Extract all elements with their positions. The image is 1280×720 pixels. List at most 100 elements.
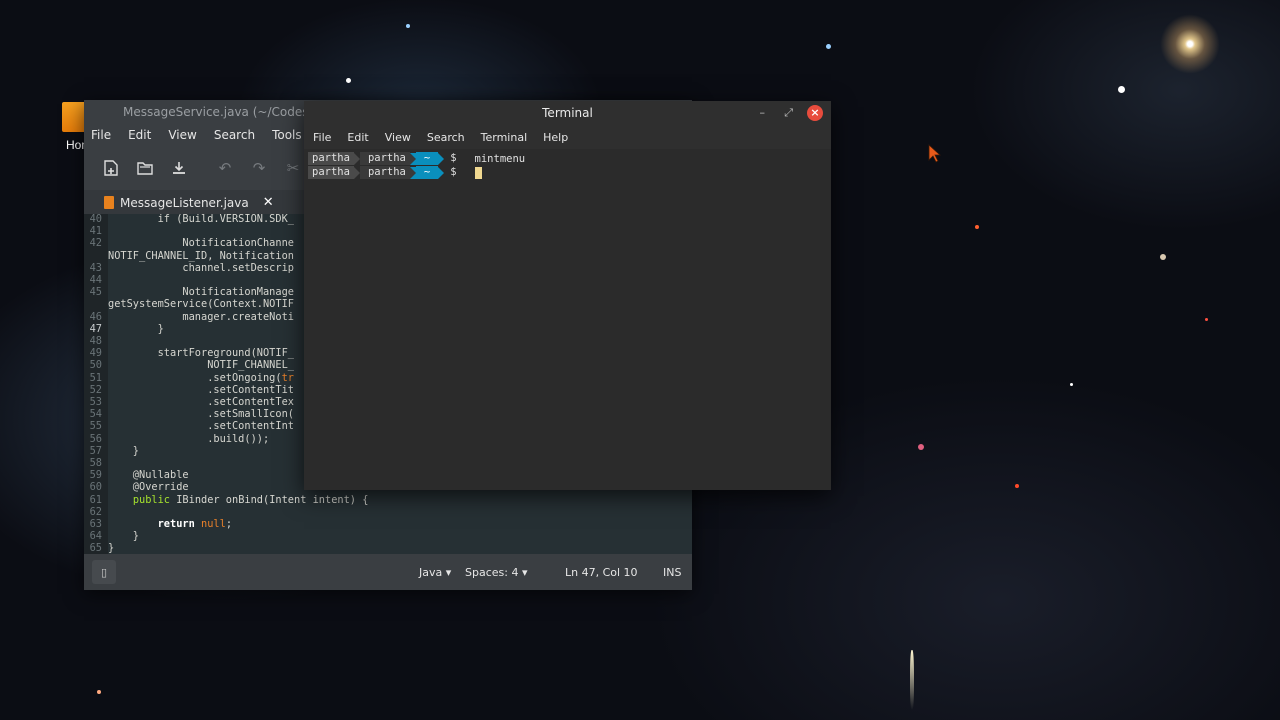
line-number: 40 [89,214,102,225]
text-cursor [474,166,482,179]
line-number: 65 [89,542,102,554]
code-text: } [108,530,139,543]
terminal-title: Terminal [542,106,593,120]
galaxy [1160,14,1220,74]
prompt-line: partha partha ~ $ mintmenu [308,152,525,165]
line-number: 62 [89,505,102,518]
terminal-output[interactable]: partha partha ~ $ mintmenu partha partha… [304,149,831,490]
terminal-menu-help[interactable]: Help [543,131,568,144]
java-file-icon [104,196,114,209]
terminal-menu-terminal[interactable]: Terminal [481,131,528,144]
prompt-user: partha [308,152,354,165]
prompt-host: partha [359,166,410,179]
cursor-position[interactable]: Ln 47, Col 10 [565,566,638,579]
chevron-down-icon: ▾ [521,565,528,579]
code-text: if (Build.VERSION.SDK_ [108,214,294,225]
code-text: NOTIF_CHANNEL_ [108,359,294,372]
language-label: Java [419,565,443,579]
command-text: mintmenu [474,152,526,165]
prompt-host: partha [359,152,410,165]
tab-message-listener[interactable]: MessageListener.java ✕ [104,195,274,210]
editor-menu-search[interactable]: Search [214,128,255,142]
terminal-menu-view[interactable]: View [385,131,411,144]
code-text: NotificationManage [108,286,294,299]
code-text: return null; [157,518,233,530]
line-number: 41 [89,225,102,238]
terminal-menubar: File Edit View Search Terminal Help [304,125,831,149]
line-number: 44 [89,274,102,286]
code-text: manager.createNoti [108,310,294,323]
line-number: 63 [89,518,102,530]
new-document-icon[interactable] [94,153,128,183]
line-number: 49 [89,347,102,360]
code-text: getSystemService(Context.NOTIF [108,298,294,311]
editor-statusbar: ▯ Java ▾ Spaces: 4 ▾ Ln 47, Col 10 INS [84,554,692,590]
code-text: @Nullable [108,469,189,482]
code-text: channel.setDescrip [108,261,294,274]
code-text: NotificationChanne [108,237,294,250]
terminal-menu-file[interactable]: File [313,131,331,144]
code-text: NOTIF_CHANNEL_ID, Notification [108,249,294,262]
indent-label: Spaces: 4 [465,565,519,579]
line-number: 47 [89,322,102,335]
line-number: 59 [89,469,102,482]
code-text: .setOngoing(tr [108,371,294,384]
undo-icon[interactable]: ↶ [208,153,242,183]
prompt-dir: ~ [415,166,439,179]
line-number: 48 [89,335,102,347]
line-number: 45 [89,286,102,299]
maximize-icon[interactable]: ⤢ [784,101,793,125]
code-text: .setContentInt [108,420,294,433]
terminal-menu-edit[interactable]: Edit [347,131,368,144]
language-selector[interactable]: Java ▾ [419,566,451,579]
editor-menu-edit[interactable]: Edit [128,128,151,142]
line-number: 52 [89,383,102,396]
prompt-symbol: $ [450,166,457,178]
line-number: 57 [89,444,102,457]
indent-selector[interactable]: Spaces: 4 ▾ [465,566,527,579]
editor-menu-tools[interactable]: Tools [272,128,302,142]
code-text: } [108,322,164,335]
terminal-window[interactable]: Terminal – ⤢ × File Edit View Search Ter… [304,101,831,490]
tab-label: MessageListener.java [120,195,249,210]
close-icon[interactable]: ✕ [263,195,274,210]
redo-icon[interactable]: ↷ [242,153,276,183]
line-number: 51 [89,371,102,384]
line-number: 55 [89,420,102,433]
code-text: public IBinder onBind(Intent intent) { [132,493,369,506]
save-icon[interactable] [162,153,196,183]
code-text: } [108,444,139,457]
terminal-menu-search[interactable]: Search [427,131,465,144]
line-number: 54 [89,408,102,421]
code-text: .setSmallIcon( [108,408,294,421]
prompt-symbol: $ [450,152,457,164]
prompt-line: partha partha ~ $ [308,166,482,179]
code-text: @Override [108,481,189,494]
line-number: 46 [89,310,102,323]
line-number: 53 [89,396,102,408]
editor-menu-view[interactable]: View [168,128,196,142]
code-text: .build()); [108,432,270,445]
line-number: 43 [89,261,102,274]
insert-mode[interactable]: INS [663,566,681,579]
terminal-titlebar[interactable]: Terminal – ⤢ × [304,101,831,125]
prompt-user: partha [308,166,354,179]
line-number: 61 [89,493,102,506]
chevron-down-icon: ▾ [445,565,452,579]
line-number: 50 [89,359,102,372]
minimize-icon[interactable]: – [760,101,766,125]
line-number: 64 [89,530,102,543]
line-number: 56 [89,432,102,445]
prompt-dir: ~ [415,152,439,165]
open-document-icon[interactable] [128,153,162,183]
code-text: .setContentTex [108,396,294,408]
editor-menu-file[interactable]: File [91,128,111,142]
sidebar-toggle-icon[interactable]: ▯ [92,560,116,584]
line-number: 58 [89,457,102,469]
code-text: .setContentTit [108,383,294,396]
code-text: startForeground(NOTIF_ [108,347,294,360]
line-number: 60 [89,481,102,494]
code-text: } [108,542,115,554]
line-number: 42 [89,237,102,250]
close-icon[interactable]: × [807,105,823,121]
